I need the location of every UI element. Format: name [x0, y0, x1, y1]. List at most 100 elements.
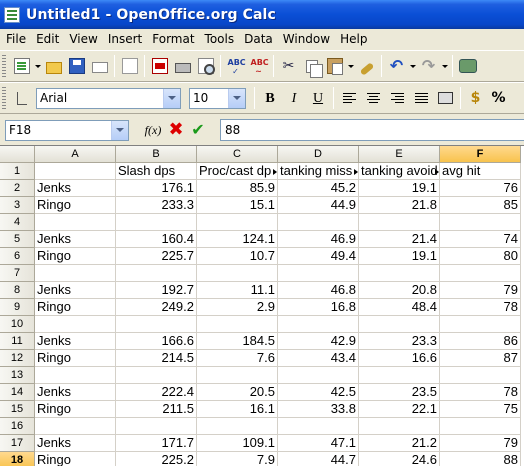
- cell-d14[interactable]: 42.5: [278, 384, 359, 401]
- cell-d5[interactable]: 46.9: [278, 231, 359, 248]
- cell-e18[interactable]: 24.6: [359, 452, 440, 466]
- row-header-15[interactable]: 15: [0, 401, 35, 418]
- cell-d18[interactable]: 44.7: [278, 452, 359, 466]
- cell-a17[interactable]: Jenks: [35, 435, 116, 452]
- page-preview-button[interactable]: [194, 55, 217, 78]
- cell-d13[interactable]: [278, 367, 359, 384]
- clone-formatting-button[interactable]: [355, 55, 378, 78]
- cell-c5[interactable]: 124.1: [197, 231, 278, 248]
- chevron-down-icon[interactable]: [111, 120, 128, 140]
- spreadsheet-grid[interactable]: A B C D E F 1 Slash dps Proc/cast dp tanking miss…: [0, 145, 524, 466]
- cell-d12[interactable]: 43.4: [278, 350, 359, 367]
- font-size-box[interactable]: 10: [189, 87, 246, 109]
- column-header-b[interactable]: B: [116, 146, 197, 163]
- row-header-9[interactable]: 9: [0, 299, 35, 316]
- cell-f5[interactable]: 74: [440, 231, 521, 248]
- cell-e12[interactable]: 16.6: [359, 350, 440, 367]
- redo-button[interactable]: ↷: [417, 55, 440, 78]
- justify-button[interactable]: [409, 87, 433, 110]
- column-header-e[interactable]: E: [359, 146, 440, 163]
- chevron-down-icon[interactable]: [163, 88, 180, 108]
- cell-b3[interactable]: 233.3: [116, 197, 197, 214]
- styles-button[interactable]: [10, 87, 33, 110]
- cell-e14[interactable]: 23.5: [359, 384, 440, 401]
- print-button[interactable]: [171, 55, 194, 78]
- cell-c13[interactable]: [197, 367, 278, 384]
- cell-e2[interactable]: 19.1: [359, 180, 440, 197]
- menu-help[interactable]: Help: [335, 29, 372, 49]
- row-header-13[interactable]: 13: [0, 367, 35, 384]
- cell-a7[interactable]: [35, 265, 116, 282]
- cell-c16[interactable]: [197, 418, 278, 435]
- row-header-3[interactable]: 3: [0, 197, 35, 214]
- select-all-corner[interactable]: [0, 146, 35, 163]
- row-header-11[interactable]: 11: [0, 333, 35, 350]
- chevron-down-icon[interactable]: [228, 88, 245, 108]
- cell-b13[interactable]: [116, 367, 197, 384]
- cell-c8[interactable]: 11.1: [197, 282, 278, 299]
- cell-a14[interactable]: Jenks: [35, 384, 116, 401]
- row-header-16[interactable]: 16: [0, 418, 35, 435]
- menu-file[interactable]: File: [0, 29, 31, 49]
- cell-a11[interactable]: Jenks: [35, 333, 116, 350]
- cell-f15[interactable]: 75: [440, 401, 521, 418]
- cell-a12[interactable]: Ringo: [35, 350, 116, 367]
- paste-dropdown[interactable]: [346, 55, 355, 78]
- row-header-10[interactable]: 10: [0, 316, 35, 333]
- cell-f16[interactable]: [440, 418, 521, 435]
- row-header-8[interactable]: 8: [0, 282, 35, 299]
- cell-d3[interactable]: 44.9: [278, 197, 359, 214]
- cancel-icon[interactable]: ✖: [165, 119, 187, 141]
- cell-e11[interactable]: 23.3: [359, 333, 440, 350]
- cell-f12[interactable]: 87: [440, 350, 521, 367]
- cell-a8[interactable]: Jenks: [35, 282, 116, 299]
- cell-f4[interactable]: [440, 214, 521, 231]
- cell-b6[interactable]: 225.7: [116, 248, 197, 265]
- function-wizard-button[interactable]: f(x): [141, 119, 165, 141]
- cell-f1[interactable]: avg hit: [440, 163, 521, 180]
- cell-f18[interactable]: 88: [440, 452, 521, 466]
- cell-c6[interactable]: 10.7: [197, 248, 278, 265]
- accept-icon[interactable]: ✔: [187, 119, 209, 141]
- cell-a9[interactable]: Ringo: [35, 299, 116, 316]
- cut-button[interactable]: ✂: [277, 55, 300, 78]
- align-center-button[interactable]: [361, 87, 385, 110]
- cell-a6[interactable]: Ringo: [35, 248, 116, 265]
- cell-e1[interactable]: tanking avoid: [359, 163, 440, 180]
- open-button[interactable]: [42, 55, 65, 78]
- menu-insert[interactable]: Insert: [103, 29, 147, 49]
- font-name-box[interactable]: Arial: [36, 87, 181, 109]
- menu-tools[interactable]: Tools: [200, 29, 240, 49]
- menu-format[interactable]: Format: [147, 29, 199, 49]
- cell-d11[interactable]: 42.9: [278, 333, 359, 350]
- export-pdf-button[interactable]: [148, 55, 171, 78]
- cell-e4[interactable]: [359, 214, 440, 231]
- cell-a16[interactable]: [35, 418, 116, 435]
- cell-b11[interactable]: 166.6: [116, 333, 197, 350]
- email-button[interactable]: [88, 55, 111, 78]
- cell-a4[interactable]: [35, 214, 116, 231]
- toolbar-grip[interactable]: [2, 87, 6, 109]
- save-button[interactable]: [65, 55, 88, 78]
- cell-c10[interactable]: [197, 316, 278, 333]
- row-header-17[interactable]: 17: [0, 435, 35, 452]
- redo-dropdown[interactable]: [440, 55, 449, 78]
- cell-d10[interactable]: [278, 316, 359, 333]
- navigator-button[interactable]: [456, 55, 479, 78]
- toolbar-grip[interactable]: [2, 55, 6, 77]
- cell-c2[interactable]: 85.9: [197, 180, 278, 197]
- cell-d4[interactable]: [278, 214, 359, 231]
- cell-f13[interactable]: [440, 367, 521, 384]
- formula-input[interactable]: 88: [220, 119, 524, 141]
- column-header-f[interactable]: F: [440, 146, 521, 163]
- cell-b7[interactable]: [116, 265, 197, 282]
- spellcheck-button[interactable]: ABC ✓: [224, 55, 247, 78]
- cell-e15[interactable]: 22.1: [359, 401, 440, 418]
- cell-a18[interactable]: Ringo: [35, 452, 116, 466]
- cell-a15[interactable]: Ringo: [35, 401, 116, 418]
- cell-e3[interactable]: 21.8: [359, 197, 440, 214]
- cell-d15[interactable]: 33.8: [278, 401, 359, 418]
- cell-d17[interactable]: 47.1: [278, 435, 359, 452]
- cell-f17[interactable]: 79: [440, 435, 521, 452]
- cell-c3[interactable]: 15.1: [197, 197, 278, 214]
